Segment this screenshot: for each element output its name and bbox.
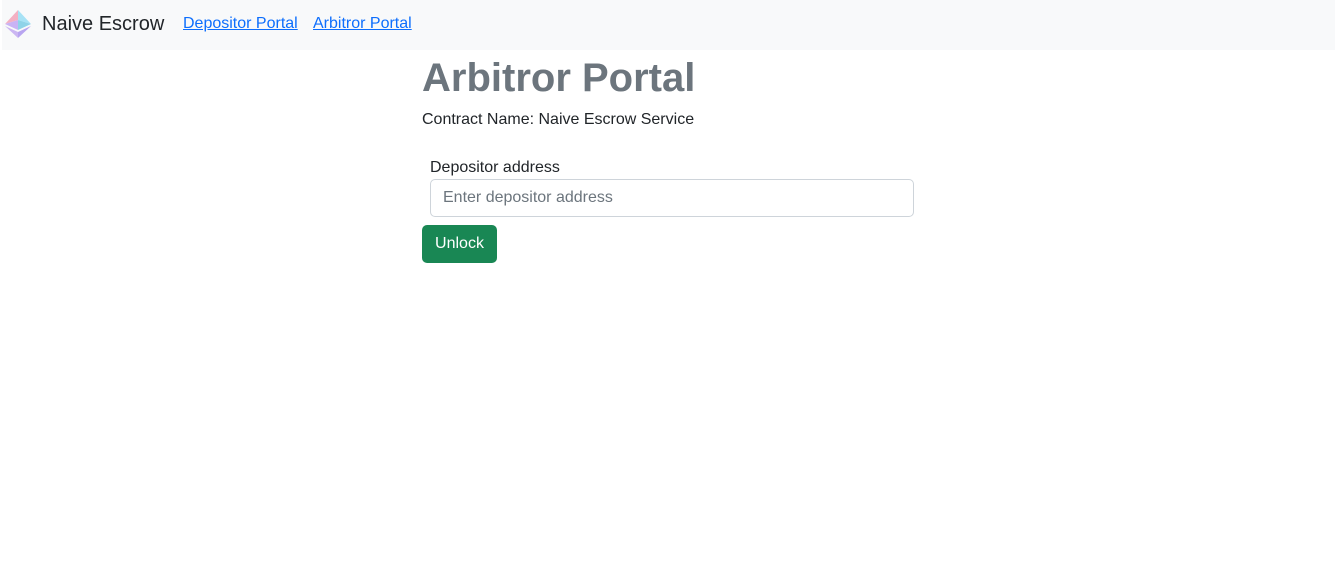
depositor-address-label: Depositor address [430,159,560,176]
ethereum-diamond-icon[interactable] [2,8,34,40]
nav-link-arbitror-portal[interactable]: Arbitror Portal [313,14,412,34]
unlock-button[interactable]: Unlock [422,225,497,263]
nav-link-depositor-portal[interactable]: Depositor Portal [183,14,298,34]
depositor-address-input[interactable] [430,179,914,217]
brand-name[interactable]: Naive Escrow [42,12,164,36]
top-navbar: Naive Escrow Depositor Portal Arbitror P… [2,0,1335,50]
page-title: Arbitror Portal [422,56,696,100]
contract-name-text: Contract Name: Naive Escrow Service [422,111,695,128]
